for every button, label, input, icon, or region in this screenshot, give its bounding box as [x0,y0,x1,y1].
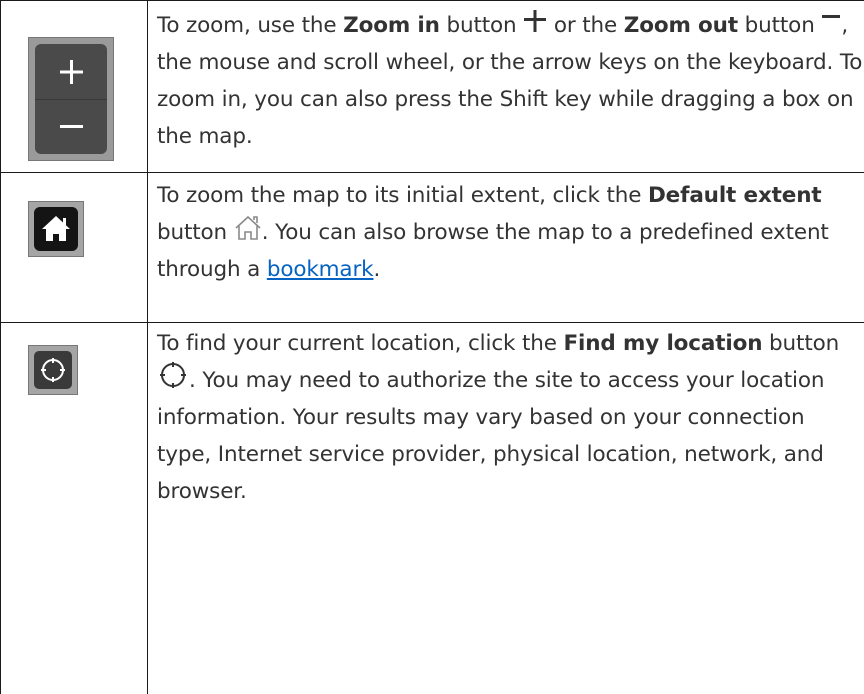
zoom-icon-cell [1,1,148,173]
zoom-text-2: button [440,13,523,38]
locate-help-row: To find your current location, click the… [1,323,864,694]
zoom-text-1: To zoom, use the [157,13,343,38]
locate-text-3: . You may need to authorize the site to … [157,368,824,504]
plus-icon [35,44,107,99]
zoom-widget-icon [28,37,114,161]
zoom-text-3: or the [547,13,624,38]
home-help-row: To zoom the map to its initial extent, c… [1,173,864,323]
home-outline-icon [234,215,262,241]
zoom-in-label: Zoom in [343,13,440,38]
crosshair-circle-icon [157,359,189,391]
find-my-location-label: Find my location [564,331,763,356]
locate-text-2: button [762,331,839,356]
home-text-2: button [157,220,234,245]
default-extent-label: Default extent [648,183,822,208]
home-text-1: To zoom the map to its initial extent, c… [157,183,648,208]
crosshair-circle-icon [34,351,72,389]
home-icon-cell [1,173,148,323]
locate-widget-icon [28,345,78,395]
minus-icon [35,99,107,154]
home-text-4: . [373,257,380,282]
locate-text-1: To find your current location, click the [157,331,564,356]
zoom-help-row: To zoom, use the Zoom in button or the Z… [1,1,864,173]
zoom-out-label: Zoom out [624,13,738,38]
locate-icon-cell [1,323,148,694]
home-widget-icon [28,201,84,257]
zoom-description: To zoom, use the Zoom in button or the Z… [148,1,864,173]
plus-icon [523,9,547,33]
bookmark-link[interactable]: bookmark [267,257,374,282]
home-description: To zoom the map to its initial extent, c… [148,173,864,323]
minus-icon [821,11,841,31]
locate-description: To find your current location, click the… [148,323,864,694]
zoom-text-4: button [738,13,821,38]
widget-help-table: To zoom, use the Zoom in button or the Z… [0,0,864,694]
home-icon [34,207,78,251]
